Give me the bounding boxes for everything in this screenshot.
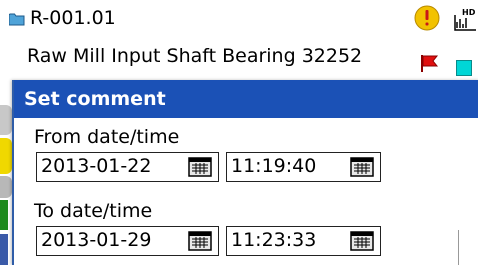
status-marker xyxy=(456,60,472,76)
calendar-icon[interactable] xyxy=(188,156,212,178)
flag-icon[interactable] xyxy=(418,52,440,74)
from-time-value: 11:19:40 xyxy=(231,155,317,177)
hd-icon[interactable]: HD xyxy=(452,6,478,32)
set-comment-dialog: Set comment From date/time 2013-01-22 11… xyxy=(12,80,478,265)
to-date-value: 2013-01-29 xyxy=(41,229,152,251)
to-time-value: 11:23:33 xyxy=(231,229,317,251)
background-edge-element xyxy=(0,200,8,230)
svg-text:HD: HD xyxy=(462,8,476,17)
calendar-icon[interactable] xyxy=(350,156,374,178)
dialog-title: Set comment xyxy=(14,80,478,118)
background-edge-element xyxy=(0,234,8,265)
alert-icon[interactable] xyxy=(414,5,440,31)
background-panel-edge xyxy=(458,230,478,265)
background-edge-element xyxy=(0,138,12,174)
measurement-point-row[interactable]: R-001.01 Raw Mill Input Shaft Bearing 32… xyxy=(0,0,478,86)
to-datetime-label: To date/time xyxy=(34,200,153,222)
folder-icon xyxy=(9,13,25,26)
background-edge-element xyxy=(0,105,12,135)
measurement-point-description: Raw Mill Input Shaft Bearing 32252 xyxy=(27,45,363,67)
background-edge-element xyxy=(0,176,12,198)
measurement-point-id: R-001.01 xyxy=(30,7,116,29)
calendar-icon[interactable] xyxy=(350,230,374,252)
calendar-icon[interactable] xyxy=(188,230,212,252)
from-datetime-label: From date/time xyxy=(34,126,180,148)
from-date-value: 2013-01-22 xyxy=(41,155,152,177)
